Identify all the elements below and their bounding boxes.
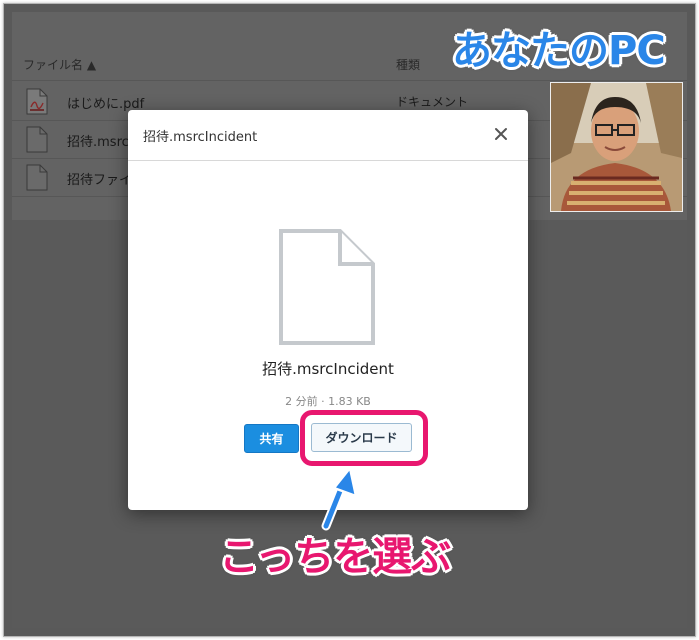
file-icon: [26, 164, 48, 191]
file-icon: [26, 126, 48, 153]
file-preview-modal: 招待.msrcIncident 招待.msrcIncident 2 分前 · 1…: [128, 110, 528, 510]
avatar: [550, 82, 683, 212]
file-type: ドキュメント: [396, 95, 469, 109]
file-meta: 2 分前 · 1.83 KB: [285, 395, 371, 408]
app-window: ファイル名 ▲ 種類 はじめに.pdf ドキュメント 招待.msrc 招待ファイ…: [12, 12, 687, 628]
screenshot-frame: ファイル名 ▲ 種類 はじめに.pdf ドキュメント 招待.msrc 招待ファイ…: [3, 3, 696, 637]
your-pc-label: あなたのPC: [452, 28, 666, 74]
modal-header: 招待.msrcIncident: [128, 110, 528, 161]
file-name: 招待.msrc: [67, 135, 129, 150]
share-button[interactable]: 共有: [244, 424, 299, 453]
close-icon[interactable]: [490, 123, 512, 145]
document-icon: [279, 229, 375, 345]
column-header-name[interactable]: ファイル名 ▲: [23, 56, 96, 73]
preview-file-name: 招待.msrcIncident: [262, 360, 394, 378]
column-header-type[interactable]: 種類: [396, 56, 420, 73]
modal-title: 招待.msrcIncident: [143, 130, 258, 145]
download-button[interactable]: ダウンロード: [311, 423, 412, 452]
pdf-file-icon: [26, 88, 48, 115]
choose-this-label: こっちを選ぶ: [219, 534, 451, 580]
